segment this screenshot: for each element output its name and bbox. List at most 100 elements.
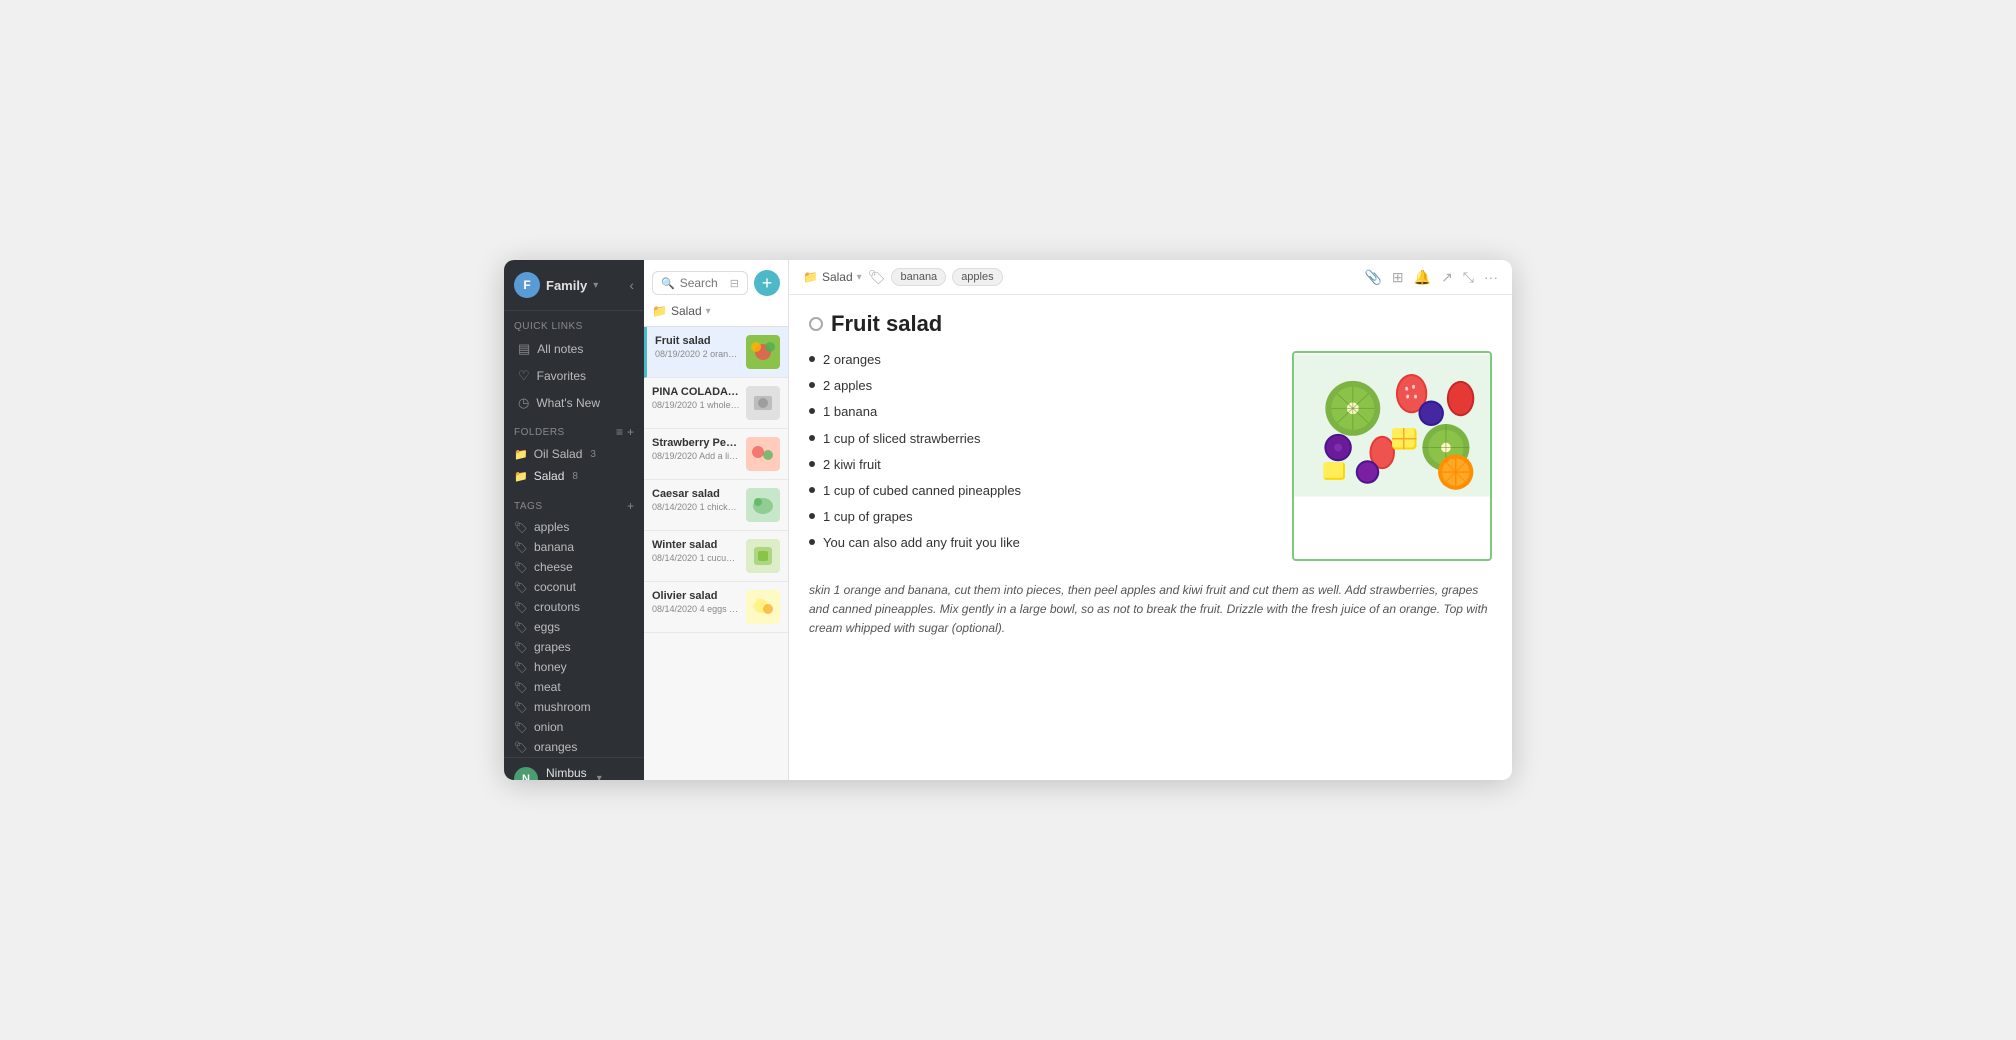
sidebar-item-label: Favorites (537, 369, 586, 383)
tag-item-coconut[interactable]: 🏷 coconut (504, 577, 644, 597)
folders-sort-button[interactable]: ≡ (616, 425, 623, 439)
tags-section-header: Tags + (504, 491, 644, 517)
tag-item-eggs[interactable]: 🏷 eggs (504, 617, 644, 637)
note-item-winter-salad[interactable]: Winter salad 08/14/2020 1 cucumber, ... (644, 531, 788, 582)
notes-list-header: 🔍 ⊟ + 📁 Salad ▾ (644, 260, 788, 327)
tag-label: croutons (534, 600, 580, 614)
tag-icon: 🏷 (514, 701, 528, 714)
note-thumbnail (746, 335, 780, 369)
tag-pill-banana[interactable]: banana (891, 268, 946, 286)
user-dropdown-icon: ▾ (597, 773, 602, 780)
tag-icon: 🏷 (514, 681, 528, 694)
tag-icon: 🏷 (514, 581, 528, 594)
note-item-pina-colada[interactable]: PINA COLADA FRUIT S... 08/19/2020 1 whol… (644, 378, 788, 429)
folders-section-header: Folders ≡ + (504, 417, 644, 443)
tag-icon: 🏷 (514, 541, 528, 554)
folder-item-salad[interactable]: 📁 Salad 8 (504, 465, 644, 487)
note-item-meta: 08/14/2020 1 chicken bre... (652, 502, 740, 512)
user-profile[interactable]: N Nimbus Personal ▾ (504, 757, 644, 780)
search-box[interactable]: 🔍 ⊟ (652, 271, 748, 295)
tag-icon: 🏷 (514, 641, 528, 654)
bullet-item-2: 1 banana (809, 403, 1272, 421)
bullet-dot (809, 487, 815, 493)
note-body: Fruit salad 2 oranges 2 apples 1 banana (789, 295, 1512, 780)
tag-pill-apples[interactable]: apples (952, 268, 1002, 286)
grid-view-icon[interactable]: ⊞ (1392, 269, 1404, 286)
note-header-left: 📁 Salad ▾ 🏷 banana apples (803, 268, 1356, 286)
bullet-dot (809, 539, 815, 545)
breadcrumb-folder-icon: 📁 (652, 304, 667, 318)
tag-label: cheese (534, 560, 573, 574)
search-icon: 🔍 (661, 277, 675, 290)
tag-icon: 🏷 (514, 521, 528, 534)
tag-icon: 🏷 (514, 601, 528, 614)
share-icon[interactable]: ↗ (1441, 269, 1453, 286)
note-layout: 2 oranges 2 apples 1 banana 1 cup of sli… (809, 351, 1492, 561)
tag-item-apples[interactable]: 🏷 apples (504, 517, 644, 537)
note-item-content: Olivier salad 08/14/2020 4 eggs 4-5 no..… (652, 590, 740, 614)
bell-icon[interactable]: 🔔 (1414, 269, 1431, 286)
tag-item-oranges[interactable]: 🏷 oranges (504, 737, 644, 757)
more-options-icon[interactable]: ··· (1484, 269, 1498, 285)
tag-item-honey[interactable]: 🏷 honey (504, 657, 644, 677)
sidebar-item-label: All notes (537, 342, 583, 356)
ingredient-text: 1 cup of sliced strawberries (823, 430, 981, 448)
note-item-title: Olivier salad (652, 590, 740, 602)
folder-item-oil-salad[interactable]: 📁 Oil Salad 3 (504, 443, 644, 465)
note-item-meta: 08/19/2020 1 whole pinea... (652, 400, 740, 410)
note-item-olivier-salad[interactable]: Olivier salad 08/14/2020 4 eggs 4-5 no..… (644, 582, 788, 633)
search-input[interactable] (680, 276, 725, 290)
user-name: Nimbus (546, 766, 587, 780)
note-item-title: Caesar salad (652, 488, 740, 500)
sidebar-item-whats-new[interactable]: ◷ What's New (508, 390, 640, 416)
folder-count: 8 (572, 471, 578, 482)
bullet-item-7: You can also add any fruit you like (809, 534, 1272, 552)
tag-label: honey (534, 660, 567, 674)
tag-item-meat[interactable]: 🏷 meat (504, 677, 644, 697)
heart-icon: ♡ (518, 368, 530, 384)
workspace-selector[interactable]: F Family ▾ (514, 272, 598, 298)
tag-label: meat (534, 680, 561, 694)
add-note-button[interactable]: + (754, 270, 780, 296)
tag-item-grapes[interactable]: 🏷 grapes (504, 637, 644, 657)
workspace-name: Family (546, 278, 587, 293)
clock-icon: ◷ (518, 395, 529, 411)
note-description: skin 1 orange and banana, cut them into … (809, 581, 1492, 639)
bullet-dot (809, 513, 815, 519)
notes-icon: ▤ (518, 341, 530, 357)
notes-toolbar: 🔍 ⊟ + (652, 270, 780, 296)
note-title-text: Fruit salad (831, 311, 942, 337)
tag-icon: 🏷 (514, 621, 528, 634)
note-item-content: Winter salad 08/14/2020 1 cucumber, ... (652, 539, 740, 563)
note-item-strawberry-pecan[interactable]: Strawberry Pecan Pret... 08/19/2020 Add … (644, 429, 788, 480)
ingredient-text: You can also add any fruit you like (823, 534, 1020, 552)
note-item-meta: 08/19/2020 Add a little cr... (652, 451, 740, 461)
note-item-caesar-salad[interactable]: Caesar salad 08/14/2020 1 chicken bre... (644, 480, 788, 531)
note-item-fruit-salad[interactable]: Fruit salad 08/19/2020 2 oranges 2 a... (644, 327, 788, 378)
note-item-meta: 08/19/2020 2 oranges 2 a... (655, 349, 740, 359)
ingredient-text: 2 apples (823, 377, 872, 395)
tag-icon: 🏷 (514, 721, 528, 734)
attach-icon[interactable]: 📎 (1364, 269, 1381, 286)
note-item-meta: 08/14/2020 1 cucumber, ... (652, 553, 740, 563)
tag-item-croutons[interactable]: 🏷 croutons (504, 597, 644, 617)
breadcrumb-dropdown-icon[interactable]: ▾ (706, 306, 711, 317)
tags-add-button[interactable]: + (627, 499, 634, 513)
tag-item-onion[interactable]: 🏷 onion (504, 717, 644, 737)
fullscreen-icon[interactable]: ⤡ (1463, 269, 1474, 286)
tag-item-mushroom[interactable]: 🏷 mushroom (504, 697, 644, 717)
tag-item-cheese[interactable]: 🏷 cheese (504, 557, 644, 577)
tag-icon: 🏷 (514, 741, 528, 754)
sidebar-collapse-button[interactable]: ‹ (629, 277, 634, 293)
note-folder-selector[interactable]: 📁 Salad ▾ (803, 270, 862, 284)
tag-item-banana[interactable]: 🏷 banana (504, 537, 644, 557)
bullet-item-3: 1 cup of sliced strawberries (809, 430, 1272, 448)
tag-label: grapes (534, 640, 571, 654)
folders-add-button[interactable]: + (627, 425, 634, 439)
folder-icon: 📁 (514, 470, 528, 483)
filter-icon[interactable]: ⊟ (730, 277, 739, 290)
folders-actions: ≡ + (616, 425, 634, 439)
sidebar-item-all-notes[interactable]: ▤ All notes (508, 336, 640, 362)
sidebar-item-favorites[interactable]: ♡ Favorites (508, 363, 640, 389)
folder-name: Oil Salad (534, 447, 583, 461)
